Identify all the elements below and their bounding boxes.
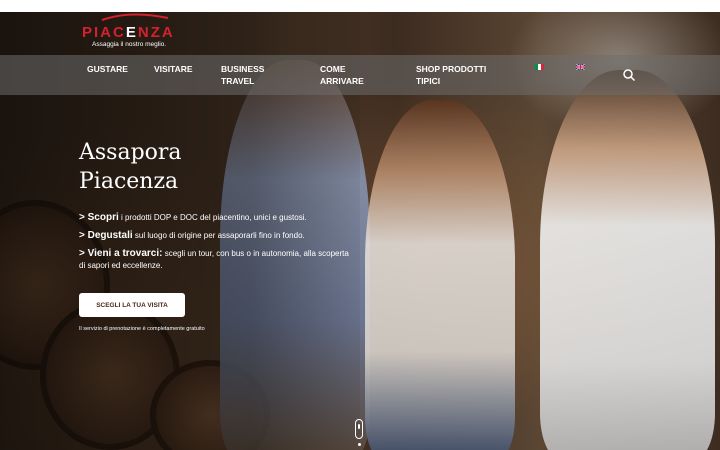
logo-wordmark: PIACENZA — [82, 24, 175, 41]
hero-bullet: > Scopri i prodotti DOP e DOC del piacen… — [79, 212, 349, 224]
woman-figure-image — [365, 100, 515, 450]
main-navbar: GUSTARE VISITARE BUSINESS TRAVEL COME AR… — [0, 55, 720, 95]
logo-text-red: NZA — [137, 24, 175, 41]
booking-note: Il servizio di prenotazione è completame… — [79, 326, 205, 332]
nav-item-label: BUSINESS — [221, 64, 265, 74]
scroll-dot — [358, 443, 361, 446]
nav-item-label: SHOP PRODOTTI — [416, 64, 487, 74]
logo-swoosh-icon — [101, 13, 169, 21]
top-strip — [0, 0, 720, 12]
nav-item-label: ARRIVARE — [320, 76, 364, 86]
bullet-lead: > Degustali — [79, 230, 133, 241]
hero-bullet: > Degustali sul luogo di origine per ass… — [79, 230, 349, 242]
logo-text-red: PIAC — [82, 24, 126, 41]
nav-item-come-arrivare[interactable]: COME ARRIVARE — [320, 63, 364, 87]
nav-item-business-travel[interactable]: BUSINESS TRAVEL — [221, 63, 264, 87]
scroll-down-icon[interactable] — [355, 419, 363, 439]
logo-tagline: Assaggia il nostro meglio. — [92, 41, 167, 48]
hero-title: Assapora Piacenza — [79, 138, 239, 196]
search-icon[interactable] — [622, 68, 636, 82]
nav-item-visitare[interactable]: VISITARE — [154, 63, 193, 75]
logo-text-white: E — [125, 24, 138, 41]
choose-visit-button[interactable]: SCEGLI LA TUA VISITA — [79, 293, 185, 317]
nav-item-label: TRAVEL — [221, 76, 255, 86]
scroll-wheel — [358, 424, 360, 429]
man-figure-image — [540, 70, 715, 450]
hero-title-line: Piacenza — [79, 169, 179, 194]
hero-title-line: Assapora — [79, 140, 182, 165]
nav-item-gustare[interactable]: GUSTARE — [87, 63, 128, 75]
bullet-text: sul luogo di origine per assaporarli fin… — [132, 231, 305, 240]
nav-item-label: COME — [320, 64, 346, 74]
italian-flag-icon[interactable] — [535, 64, 544, 70]
nav-item-label: GUSTARE — [87, 64, 128, 74]
nav-item-shop-prodotti-tipici[interactable]: SHOP PRODOTTI TIPICI — [416, 63, 486, 87]
page: PIACENZA Assaggia il nostro meglio. GUST… — [0, 0, 720, 450]
hero-bullet-list: > Scopri i prodotti DOP e DOC del piacen… — [79, 212, 349, 278]
hero-bullet: > Vieni a trovarci: scegli un tour, con … — [79, 248, 349, 272]
nav-item-label: VISITARE — [154, 64, 193, 74]
bullet-lead: > Scopri — [79, 212, 119, 223]
uk-flag-icon[interactable] — [576, 64, 585, 70]
bullet-text: i prodotti DOP e DOC del piacentino, uni… — [118, 213, 307, 222]
nav-item-label: TIPICI — [416, 76, 441, 86]
bullet-lead: > Vieni a trovarci: — [79, 248, 163, 259]
